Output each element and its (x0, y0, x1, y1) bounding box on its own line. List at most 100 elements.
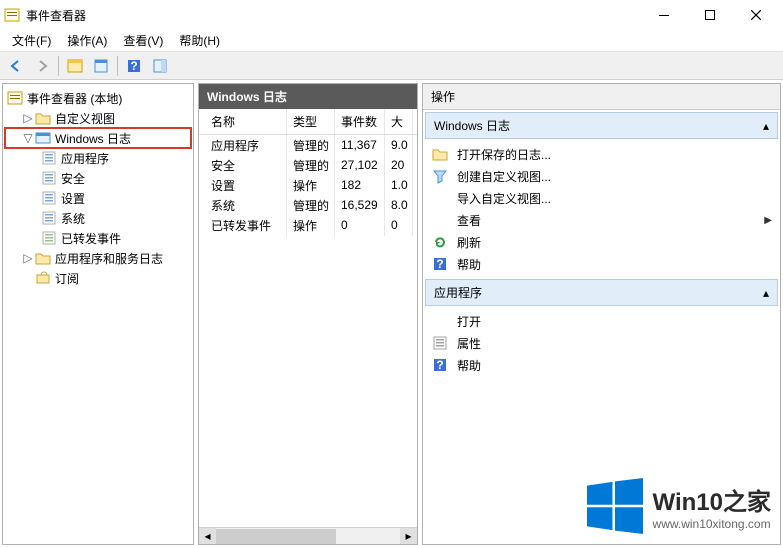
tree-security[interactable]: 安全 (5, 168, 191, 188)
cell-size: 20 (385, 154, 413, 176)
scroll-thumb[interactable] (216, 529, 336, 544)
menu-help[interactable]: 帮助(H) (171, 30, 228, 51)
tree-label: 系统 (61, 210, 85, 227)
horizontal-scrollbar[interactable]: ◂ ▸ (199, 527, 417, 544)
action-help[interactable]: ? 帮助 (425, 354, 778, 376)
section-title: 应用程序 (434, 284, 482, 301)
col-size[interactable]: 大 (385, 109, 413, 134)
blank-icon (431, 190, 449, 206)
tree-label: 已转发事件 (61, 230, 121, 247)
col-count[interactable]: 事件数 (335, 109, 385, 134)
close-button[interactable] (733, 0, 779, 30)
action-label: 帮助 (457, 256, 481, 273)
blank-icon (431, 313, 449, 329)
menu-action[interactable]: 操作(A) (59, 30, 115, 51)
collapse-icon[interactable]: ▴ (763, 286, 769, 300)
filter-icon (431, 168, 449, 184)
menu-file[interactable]: 文件(F) (4, 30, 59, 51)
back-button[interactable] (4, 55, 28, 77)
tree-label: 安全 (61, 170, 85, 187)
tree: 事件查看器 (本地) ▷ 自定义视图 ▽ Windows 日志 应用程序 安全 (3, 84, 193, 292)
scroll-track[interactable] (216, 528, 400, 545)
watermark: Win10之家 www.win10xitong.com (587, 478, 771, 534)
tree-windows-logs[interactable]: ▽ Windows 日志 (5, 128, 191, 148)
action-label: 帮助 (457, 357, 481, 374)
tree-panel: 事件查看器 (本地) ▷ 自定义视图 ▽ Windows 日志 应用程序 安全 (2, 83, 194, 545)
action-label: 刷新 (457, 234, 481, 251)
window-controls (641, 0, 779, 30)
actions-list: 打开 属性 ? 帮助 (423, 308, 780, 378)
action-label: 查看 (457, 212, 481, 229)
tree-app-service-logs[interactable]: ▷ 应用程序和服务日志 (5, 248, 191, 268)
svg-text:?: ? (436, 358, 443, 372)
tree-label: 应用程序和服务日志 (55, 250, 163, 267)
titlebar: 事件查看器 (0, 0, 783, 30)
show-hide-tree-button[interactable] (63, 55, 87, 77)
tree-application[interactable]: 应用程序 (5, 148, 191, 168)
watermark-text: Win10之家 www.win10xitong.com (653, 482, 771, 531)
tree-custom-views[interactable]: ▷ 自定义视图 (5, 108, 191, 128)
col-type[interactable]: 类型 (287, 109, 335, 134)
panel-button[interactable] (148, 55, 172, 77)
help-icon: ? (431, 256, 449, 272)
tree-root[interactable]: 事件查看器 (本地) (5, 88, 191, 108)
watermark-title: Win10之家 (653, 482, 771, 517)
minimize-button[interactable] (641, 0, 687, 30)
properties-button[interactable] (89, 55, 113, 77)
maximize-button[interactable] (687, 0, 733, 30)
help-button[interactable]: ? (122, 55, 146, 77)
cell-size: 1.0 (385, 174, 413, 196)
expand-icon[interactable]: ▷ (21, 111, 35, 125)
scroll-right-button[interactable]: ▸ (400, 528, 417, 545)
action-refresh[interactable]: 刷新 (425, 231, 778, 253)
menubar: 文件(F) 操作(A) 查看(V) 帮助(H) (0, 30, 783, 52)
toolbar-separator (58, 56, 59, 76)
action-open-saved-log[interactable]: 打开保存的日志... (425, 143, 778, 165)
action-create-custom-view[interactable]: 创建自定义视图... (425, 165, 778, 187)
collapse-icon[interactable]: ▴ (763, 119, 769, 133)
tree-forwarded[interactable]: 已转发事件 (5, 228, 191, 248)
collapse-icon[interactable]: ▽ (21, 131, 35, 145)
action-view[interactable]: 查看 ▶ (425, 209, 778, 231)
tree-label: 自定义视图 (55, 110, 115, 127)
log-icon (41, 150, 57, 166)
action-import-custom-view[interactable]: 导入自定义视图... (425, 187, 778, 209)
col-name[interactable]: 名称 (199, 109, 287, 134)
tree-setup[interactable]: 设置 (5, 188, 191, 208)
action-label: 创建自定义视图... (457, 168, 551, 185)
cell-count: 27,102 (335, 154, 385, 176)
log-icon (41, 190, 57, 206)
cell-count: 182 (335, 174, 385, 196)
cell-count: 0 (335, 214, 385, 236)
forward-button[interactable] (30, 55, 54, 77)
scroll-left-button[interactable]: ◂ (199, 528, 216, 545)
tree-system[interactable]: 系统 (5, 208, 191, 228)
tree-subscriptions[interactable]: 订阅 (5, 268, 191, 288)
cell-size: 9.0 (385, 135, 413, 156)
refresh-icon (431, 234, 449, 250)
list-row[interactable]: 已转发事件 操作 0 0 (199, 215, 417, 235)
tree-label: 设置 (61, 190, 85, 207)
cell-type: 操作 (287, 213, 335, 238)
eventviewer-icon (7, 90, 23, 106)
cell-name: 已转发事件 (199, 213, 287, 238)
tree-label: 应用程序 (61, 150, 109, 167)
tree-label: Windows 日志 (55, 130, 131, 147)
action-properties[interactable]: 属性 (425, 332, 778, 354)
actions-list: 打开保存的日志... 创建自定义视图... 导入自定义视图... 查看 ▶ 刷新… (423, 141, 780, 277)
watermark-url: www.win10xitong.com (653, 517, 771, 531)
expand-icon[interactable]: ▷ (21, 251, 35, 265)
center-panel: Windows 日志 名称 类型 事件数 大 应用程序 管理的 11,367 9… (198, 83, 418, 545)
actions-section-application[interactable]: 应用程序 ▴ (425, 279, 778, 306)
tree-label: 事件查看器 (本地) (27, 90, 122, 107)
section-title: Windows 日志 (434, 117, 510, 134)
action-label: 打开保存的日志... (457, 146, 551, 163)
submenu-arrow-icon: ▶ (764, 215, 772, 226)
actions-header: 操作 (423, 84, 780, 110)
actions-panel: 操作 Windows 日志 ▴ 打开保存的日志... 创建自定义视图... 导入… (422, 83, 781, 545)
action-help[interactable]: ? 帮助 (425, 253, 778, 275)
action-open[interactable]: 打开 (425, 310, 778, 332)
list-header: 名称 类型 事件数 大 (199, 109, 417, 135)
actions-section-windows-logs[interactable]: Windows 日志 ▴ (425, 112, 778, 139)
menu-view[interactable]: 查看(V) (115, 30, 171, 51)
